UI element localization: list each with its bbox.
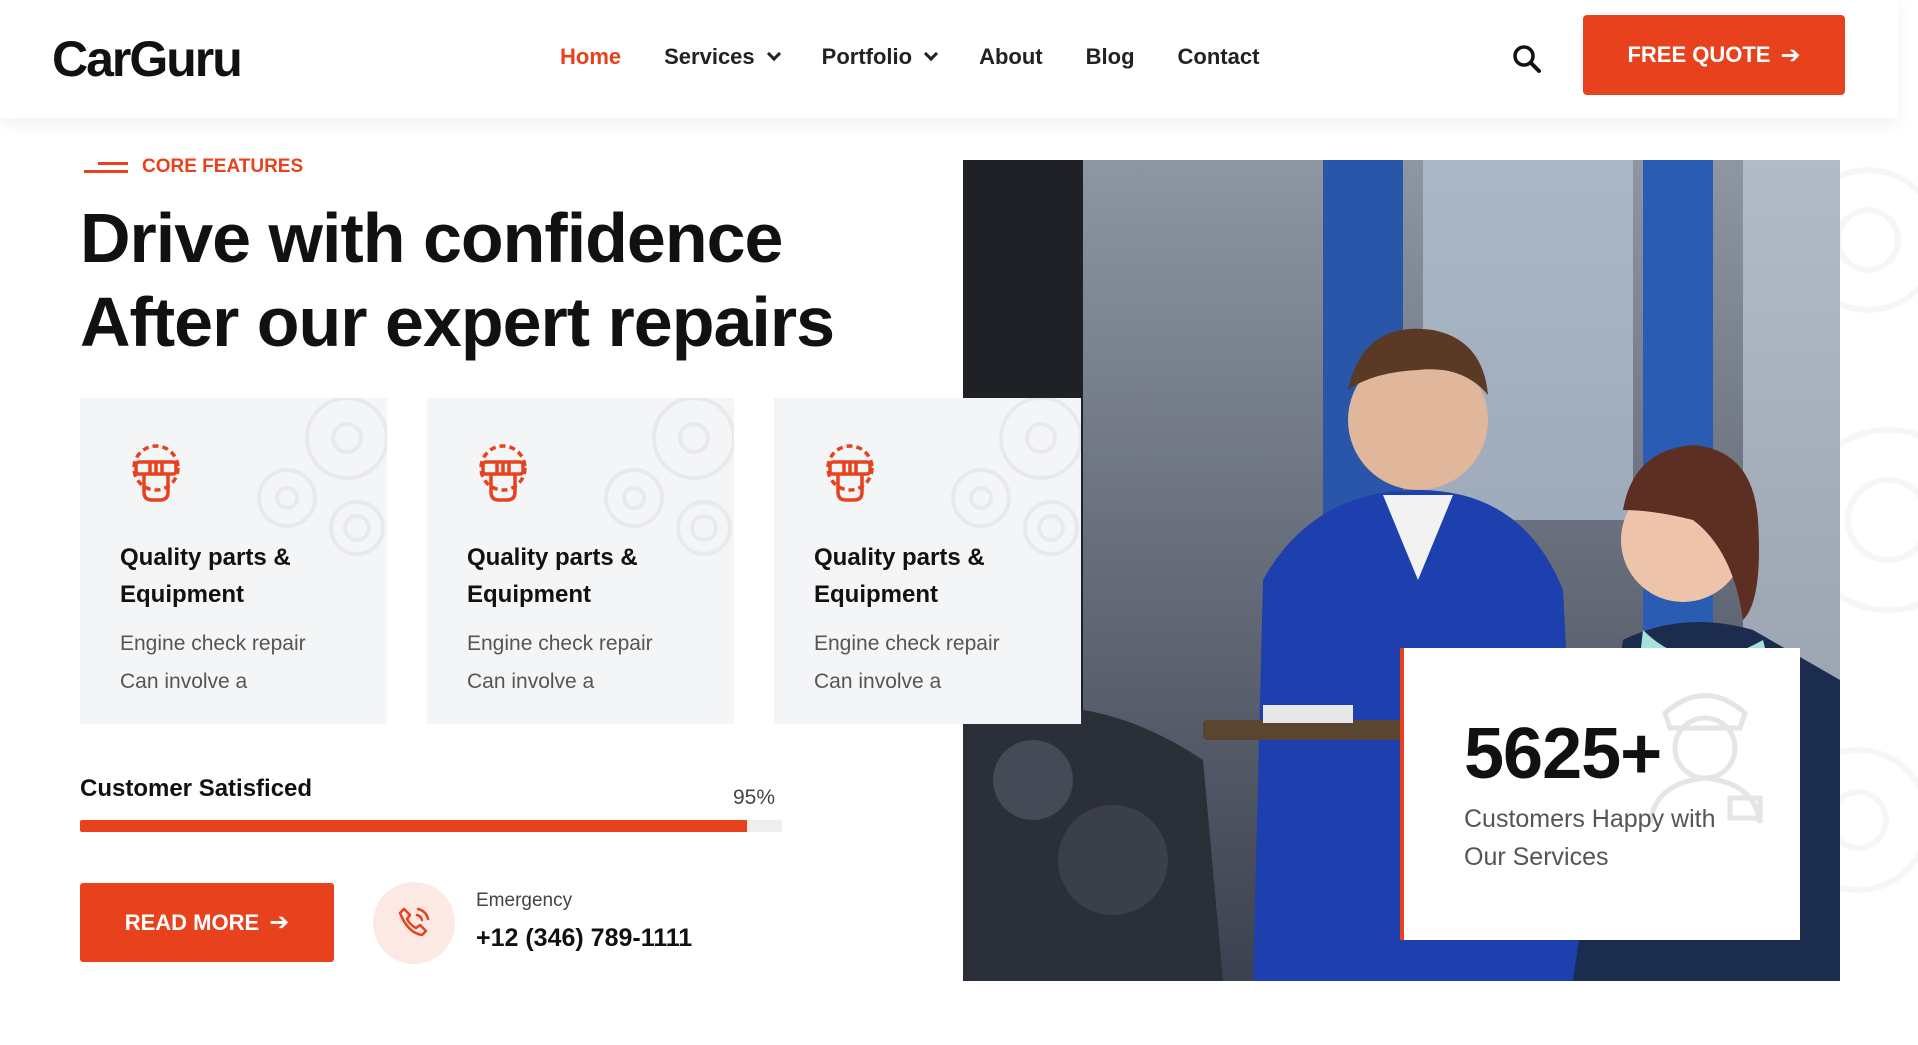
- emergency-label: Emergency: [476, 890, 572, 912]
- feature-card[interactable]: Quality parts & Equipment Engine check r…: [80, 398, 387, 724]
- feature-desc: Engine check repair Can involve a: [467, 625, 687, 701]
- nav-home[interactable]: Home: [560, 44, 621, 70]
- free-quote-label: FREE QUOTE: [1627, 42, 1770, 68]
- wrench-fist-icon: [814, 438, 886, 510]
- phone-ring-icon[interactable]: [373, 882, 455, 964]
- progress-bar: [80, 820, 782, 832]
- wrench-fist-icon: [467, 438, 539, 510]
- headline-line-1: Drive with confidence: [80, 199, 782, 277]
- logo[interactable]: CarGuru: [52, 30, 241, 88]
- free-quote-button[interactable]: FREE QUOTE ➔: [1583, 15, 1845, 95]
- nav-contact-label: Contact: [1178, 44, 1260, 70]
- wrench-fist-icon: [120, 438, 192, 510]
- feature-desc-line-2: Can involve a: [467, 670, 594, 693]
- nav-services[interactable]: Services: [664, 44, 779, 70]
- nav-about[interactable]: About: [979, 44, 1043, 70]
- nav-about-label: About: [979, 44, 1043, 70]
- stat-card: 5625+ Customers Happy with Our Services: [1400, 648, 1800, 940]
- section-eyebrow: CORE FEATURES: [84, 156, 303, 178]
- progress-value: 95%: [733, 786, 775, 810]
- nav-home-label: Home: [560, 44, 621, 70]
- progress-fill: [80, 820, 747, 832]
- main-nav: Home Services Portfolio About Blog Conta…: [560, 44, 1302, 70]
- feature-desc-line-2: Can involve a: [814, 670, 941, 693]
- nav-services-label: Services: [664, 44, 755, 70]
- phone-icon: [394, 903, 434, 943]
- site-header: CarGuru Home Services Portfolio About Bl…: [0, 0, 1898, 118]
- search-icon[interactable]: [1512, 44, 1542, 74]
- headline-line-2: After our expert repairs: [80, 283, 834, 361]
- read-more-button[interactable]: READ MORE ➔: [80, 883, 334, 962]
- feature-desc-line-1: Engine check repair: [467, 632, 653, 655]
- gear-decoration-icon: [941, 398, 1081, 568]
- arrow-right-icon: ➔: [269, 908, 289, 937]
- stat-text-line-2: Our Services: [1464, 843, 1608, 871]
- read-more-label: READ MORE: [125, 910, 259, 936]
- page-title: Drive with confidence After our expert r…: [80, 196, 834, 364]
- nav-blog[interactable]: Blog: [1086, 44, 1135, 70]
- nav-contact[interactable]: Contact: [1178, 44, 1260, 70]
- feature-desc: Engine check repair Can involve a: [120, 625, 340, 701]
- chevron-down-icon: [924, 47, 938, 61]
- eyebrow-text: CORE FEATURES: [142, 156, 303, 178]
- gear-decoration-icon: [247, 398, 387, 568]
- nav-blog-label: Blog: [1086, 44, 1135, 70]
- feature-desc-line-2: Can involve a: [120, 670, 247, 693]
- emergency-phone-link[interactable]: +12 (346) 789-1111: [476, 924, 692, 953]
- feature-cards: Quality parts & Equipment Engine check r…: [80, 398, 1081, 724]
- stat-text-line-1: Customers Happy with: [1464, 805, 1715, 833]
- feature-desc: Engine check repair Can involve a: [814, 625, 1034, 701]
- feature-desc-line-1: Engine check repair: [120, 632, 306, 655]
- gear-decoration-icon: [594, 398, 734, 568]
- eyebrow-lines-icon: [84, 160, 128, 174]
- feature-card[interactable]: Quality parts & Equipment Engine check r…: [427, 398, 734, 724]
- stat-number: 5625+: [1464, 718, 1740, 790]
- feature-card[interactable]: Quality parts & Equipment Engine check r…: [774, 398, 1081, 724]
- nav-portfolio[interactable]: Portfolio: [822, 44, 936, 70]
- stat-text: Customers Happy with Our Services: [1464, 800, 1744, 876]
- nav-portfolio-label: Portfolio: [822, 44, 912, 70]
- chevron-down-icon: [767, 47, 781, 61]
- arrow-right-icon: ➔: [1780, 41, 1800, 70]
- progress-label: Customer Satisficed: [80, 775, 312, 803]
- feature-desc-line-1: Engine check repair: [814, 632, 1000, 655]
